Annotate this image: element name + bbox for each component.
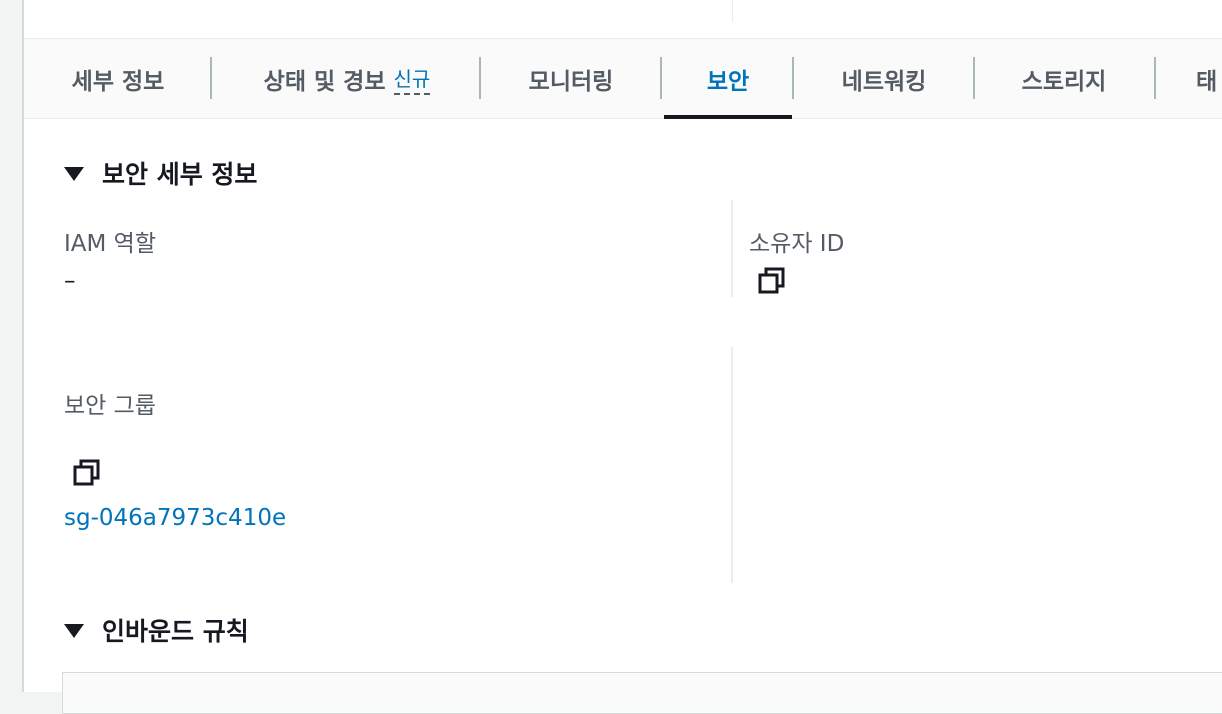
section-title: 인바운드 규칙 <box>102 617 249 646</box>
copy-icon[interactable] <box>757 266 787 296</box>
tab-separator <box>792 57 794 99</box>
caret-down-icon <box>64 624 84 638</box>
tab-label: 보안 <box>706 68 750 95</box>
previous-section-remnant <box>24 0 1222 39</box>
security-groups-label: 보안 그룹 <box>64 393 156 419</box>
tab-label: 상태 및 경보 <box>263 68 386 95</box>
tab-bar: 세부 정보 상태 및 경보 신규 모니터링 보안 네트워킹 스토리지 태 <box>24 39 1222 119</box>
tab-separator <box>1154 57 1156 99</box>
left-gutter <box>0 0 22 692</box>
tab-label: 태 <box>1196 68 1218 95</box>
security-group-link[interactable]: sg-046a7973c410e <box>64 505 300 531</box>
tab-storage[interactable]: 스토리지 <box>1014 39 1114 118</box>
instance-details-panel: 세부 정보 상태 및 경보 신규 모니터링 보안 네트워킹 스토리지 태 보안 … <box>24 0 1222 714</box>
tab-status-alarms[interactable]: 상태 및 경보 신규 <box>252 39 442 118</box>
tab-tags[interactable]: 태 <box>1196 39 1222 118</box>
tab-networking[interactable]: 네트워킹 <box>834 39 934 118</box>
tab-separator <box>660 57 662 99</box>
new-badge: 신규 <box>393 63 431 95</box>
column-divider <box>731 200 733 297</box>
column-divider <box>732 0 733 22</box>
inbound-rules-table <box>62 672 1222 714</box>
tab-label: 스토리지 <box>1021 68 1107 95</box>
tab-monitoring[interactable]: 모니터링 <box>521 39 621 118</box>
tab-security[interactable]: 보안 <box>664 39 792 118</box>
column-divider <box>731 347 733 583</box>
tab-label: 모니터링 <box>528 68 614 95</box>
tab-details[interactable]: 세부 정보 <box>64 39 172 118</box>
iam-role-value: – <box>64 268 76 294</box>
section-title: 보안 세부 정보 <box>102 160 258 189</box>
active-tab-indicator <box>664 115 792 119</box>
caret-down-icon <box>64 167 84 181</box>
iam-role-label: IAM 역할 <box>64 231 156 257</box>
copy-icon[interactable] <box>72 458 102 488</box>
tab-label: 네트워킹 <box>841 68 927 95</box>
tab-separator <box>973 57 975 99</box>
security-details-header[interactable]: 보안 세부 정보 <box>64 155 257 191</box>
tab-label: 세부 정보 <box>71 68 165 95</box>
tab-separator <box>479 57 481 99</box>
tab-separator <box>210 57 212 99</box>
owner-id-label: 소유자 ID <box>749 231 845 257</box>
inbound-rules-header[interactable]: 인바운드 규칙 <box>64 612 249 648</box>
